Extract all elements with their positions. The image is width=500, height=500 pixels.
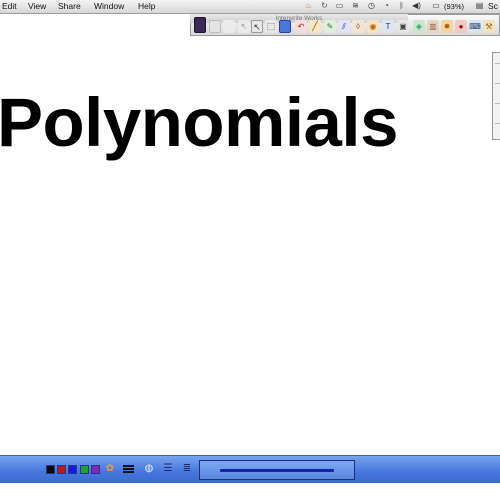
recorder-icon[interactable]: ● <box>455 20 467 33</box>
menu-edit[interactable]: Edit <box>2 0 17 13</box>
bottom-strip <box>0 483 500 500</box>
menu-help[interactable]: Help <box>138 0 155 13</box>
pen-stroke-preview <box>220 469 334 472</box>
flag-icon[interactable]: ▤ <box>475 1 484 11</box>
color-picker-icon[interactable]: ✿ <box>104 463 116 475</box>
lines-icon[interactable]: ⫽ <box>338 20 350 33</box>
bluetooth-icon[interactable]: ᛒ <box>397 1 406 11</box>
script-icon[interactable]: ♨ <box>304 1 313 11</box>
spotlight-icon[interactable]: ✸ <box>441 20 453 33</box>
dim-pointer-icon[interactable]: ↖ <box>238 20 250 33</box>
display-icon[interactable]: ▭ <box>335 1 344 11</box>
color-swatch-blue[interactable] <box>68 465 77 474</box>
line-style-icon[interactable]: ☰ <box>162 463 174 475</box>
user-name[interactable]: Sc <box>488 0 498 13</box>
menu-share[interactable]: Share <box>58 0 81 13</box>
color-swatch-red[interactable] <box>57 465 66 474</box>
highlighter-icon[interactable]: ╱ <box>309 20 321 33</box>
shapes-icon[interactable]: ◉ <box>367 20 379 33</box>
line-width-icon[interactable] <box>123 464 134 475</box>
time-machine-icon[interactable]: ◷ <box>367 1 376 11</box>
grip-icon[interactable] <box>209 20 221 33</box>
capture-icon[interactable]: ◈ <box>413 20 425 33</box>
pen-palette-bar: ✿ ◍ ☰ ≣ <box>0 455 500 484</box>
eraser-icon[interactable]: ◊ <box>352 20 364 33</box>
volume-icon[interactable]: ◀) <box>412 1 421 11</box>
dim-tool-icon[interactable] <box>223 20 235 33</box>
pen-preview <box>199 460 355 480</box>
battery-icon[interactable]: ▭ <box>429 1 443 11</box>
interwrite-toolbar: Interwrite Works ↖ ↖ ⬚ ↶ ╱ ✎ ⫽ ◊ ◉ T ▣ ◈… <box>190 14 500 36</box>
menu-view[interactable]: View <box>28 0 46 13</box>
document-icon[interactable] <box>194 17 206 33</box>
wifi-icon[interactable]: ≋ <box>351 1 360 11</box>
undo-icon[interactable]: ↶ <box>295 20 307 33</box>
transparency-icon[interactable]: ◍ <box>143 463 155 475</box>
page-sorter-panel[interactable] <box>492 52 500 140</box>
color-swatch-black[interactable] <box>46 465 55 474</box>
tools-icon[interactable]: ⚒ <box>483 20 495 33</box>
brush-icon[interactable]: ✎ <box>324 20 336 33</box>
color-swatch-green[interactable] <box>80 465 89 474</box>
clear-icon[interactable]: ▣ <box>397 20 409 33</box>
menubar: Edit View Share Window Help ♨ ↻ ▭ ≋ ◷ ◔ … <box>0 0 500 14</box>
keyboard-icon[interactable]: ⌨ <box>469 20 481 33</box>
menu-window[interactable]: Window <box>94 0 124 13</box>
text-icon[interactable]: T <box>382 20 394 33</box>
select-icon[interactable]: ⬚ <box>265 20 277 33</box>
sync-icon[interactable]: ↻ <box>320 1 329 11</box>
color-swatch-purple[interactable] <box>91 465 100 474</box>
cursor-icon[interactable]: ↖ <box>251 20 263 33</box>
pen-tool-icon[interactable] <box>279 20 291 33</box>
gallery-icon[interactable]: ▥ <box>427 20 439 33</box>
arrow-style-icon[interactable]: ≣ <box>181 463 193 475</box>
slide-title: Polynomials <box>0 84 398 161</box>
clock-icon[interactable]: ◔ <box>382 1 391 11</box>
battery-percent: (93%) <box>444 2 465 11</box>
